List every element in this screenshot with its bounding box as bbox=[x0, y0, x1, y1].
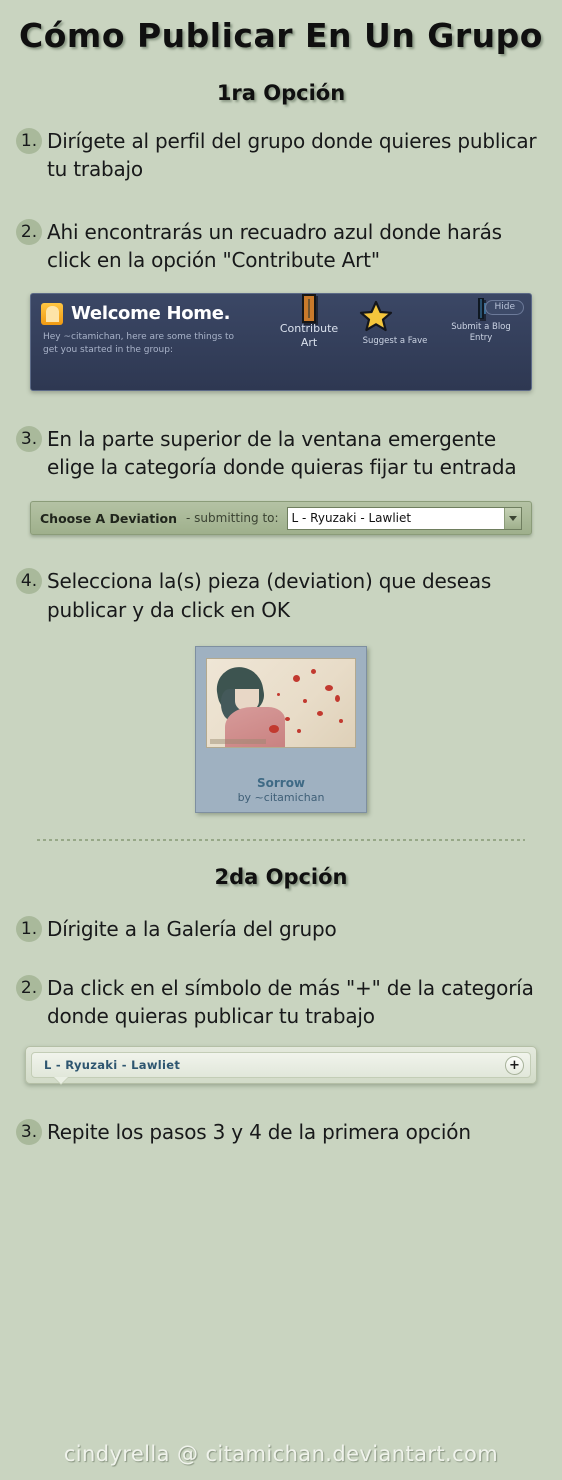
section-divider bbox=[37, 839, 525, 842]
step-number-badge: 2. bbox=[16, 974, 42, 1001]
contribute-art-action[interactable]: Contribute Art bbox=[273, 293, 345, 351]
suggest-a-fave-action[interactable]: Suggest a Fave bbox=[359, 300, 431, 347]
chevron-down-icon[interactable] bbox=[504, 507, 521, 529]
step-text: Da click en el símbolo de más "+" de la … bbox=[47, 975, 534, 1028]
page-title: Cómo Publicar En Un Grupo bbox=[19, 16, 543, 55]
step-number-badge: 1. bbox=[16, 916, 42, 943]
deviation-thumbnail-wrapper: Sorrow by ~citamichan bbox=[0, 646, 562, 814]
welcome-home-widget: Welcome Home. Hey ~citamichan, here are … bbox=[30, 292, 532, 391]
step-number-badge: 2. bbox=[16, 218, 42, 245]
step-text: Dírigite a la Galería del grupo bbox=[47, 917, 337, 942]
choose-deviation-label: Choose A Deviation bbox=[40, 510, 178, 526]
step-item: 2. Da click en el símbolo de más "+" de … bbox=[0, 974, 562, 1031]
gallery-folder-name[interactable]: L - Ryuzaki - Lawliet bbox=[44, 1058, 180, 1072]
step-number-badge: 3. bbox=[16, 425, 42, 452]
step-item: 4. Selecciona la(s) pieza (deviation) qu… bbox=[0, 567, 562, 624]
deviation-author: by ~citamichan bbox=[237, 791, 325, 805]
suggest-a-fave-label: Suggest a Fave bbox=[362, 335, 428, 346]
star-icon bbox=[359, 300, 431, 332]
watermark bbox=[210, 739, 266, 745]
tutorial-page: Cómo Publicar En Un Grupo 1ra Opción 1. … bbox=[0, 0, 562, 1480]
home-icon bbox=[41, 302, 63, 325]
hide-button[interactable]: Hide bbox=[485, 299, 524, 315]
gallery-folder-row[interactable]: L - Ryuzaki - Lawliet + bbox=[31, 1052, 531, 1079]
welcome-home-widget-wrapper: Welcome Home. Hey ~citamichan, here are … bbox=[0, 292, 562, 391]
section-title-option-2: 2da Opción bbox=[214, 865, 348, 890]
step-text: Dirígete al perfil del grupo donde quier… bbox=[47, 129, 537, 182]
step-text: Ahi encontrarás un recuadro azul donde h… bbox=[47, 219, 502, 273]
step-text: Repite los pasos 3 y 4 de la primera opc… bbox=[47, 1120, 471, 1145]
step-number-badge: 1. bbox=[16, 128, 42, 154]
step-text: Selecciona la(s) pieza (deviation) que d… bbox=[47, 569, 492, 622]
step-item: 3. En la parte superior de la ventana em… bbox=[0, 425, 562, 482]
blog-book-icon bbox=[478, 297, 484, 319]
welcome-home-title-row: Welcome Home. bbox=[41, 302, 271, 325]
step-item: 1. Dírigite a la Galería del grupo bbox=[0, 915, 562, 943]
choose-deviation-bar: Choose A Deviation - submitting to: L - … bbox=[30, 501, 532, 536]
step-number-badge: 3. bbox=[16, 1119, 42, 1146]
category-select-value: L - Ryuzaki - Lawliet bbox=[291, 511, 412, 526]
welcome-home-subtitle: Hey ~citamichan, here are some things to… bbox=[43, 331, 235, 355]
category-select[interactable]: L - Ryuzaki - Lawliet bbox=[286, 506, 522, 530]
framed-picture-icon bbox=[302, 293, 316, 323]
gallery-folder-wrapper: L - Ryuzaki - Lawliet + bbox=[0, 1046, 562, 1085]
submit-blog-entry-label: Submit a Blog Entry bbox=[451, 321, 511, 343]
deviation-title: Sorrow bbox=[256, 776, 306, 791]
submitting-to-label: - submitting to: bbox=[186, 511, 279, 526]
step-number-badge: 4. bbox=[16, 568, 42, 595]
welcome-home-text-block: Welcome Home. Hey ~citamichan, here are … bbox=[41, 302, 271, 357]
choose-deviation-wrapper: Choose A Deviation - submitting to: L - … bbox=[0, 501, 562, 536]
section-title-option-1: 1ra Opción bbox=[216, 81, 346, 105]
step-text: En la parte superior de la ventana emerg… bbox=[47, 426, 517, 479]
step-item: 1. Dirígete al perfil del grupo donde qu… bbox=[0, 127, 562, 184]
footer-credit: cindyrella @ citamichan.deviantart.com bbox=[63, 1442, 499, 1466]
step-item: 3. Repite los pasos 3 y 4 de la primera … bbox=[0, 1118, 562, 1146]
step-item: 2. Ahi encontrarás un recuadro azul dond… bbox=[0, 218, 562, 275]
deviation-thumbnail-card[interactable]: Sorrow by ~citamichan bbox=[195, 646, 367, 814]
contribute-art-label: Contribute Art bbox=[279, 321, 339, 349]
welcome-home-title: Welcome Home. bbox=[71, 303, 231, 325]
gallery-folder-bar: L - Ryuzaki - Lawliet + bbox=[25, 1046, 537, 1085]
add-to-folder-button[interactable]: + bbox=[505, 1055, 524, 1075]
deviation-preview-image bbox=[206, 658, 356, 749]
